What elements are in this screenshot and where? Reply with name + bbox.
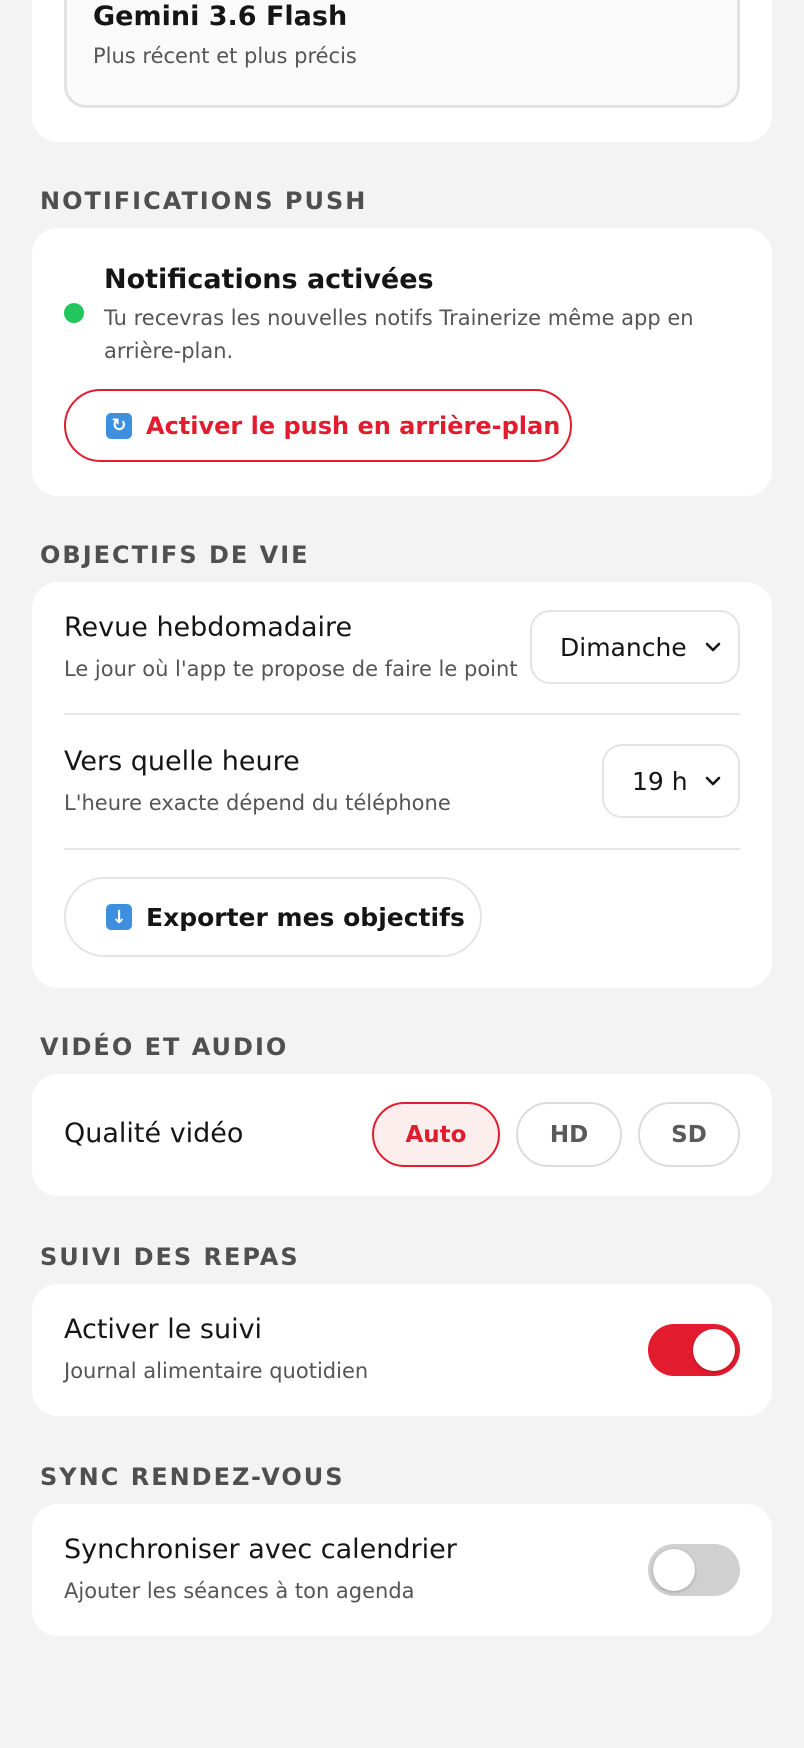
weekly-review-description: Le jour où l'app te propose de faire le … bbox=[64, 657, 518, 681]
chevron-down-icon bbox=[705, 776, 721, 786]
calendar-sync-toggle[interactable] bbox=[648, 1544, 740, 1596]
meals-tracking-description: Journal alimentaire quotidien bbox=[64, 1359, 369, 1383]
push-status-title: Notifications activées bbox=[104, 264, 434, 295]
toggle-knob bbox=[653, 1549, 695, 1591]
calendar-sync-description: Ajouter les séances à ton agenda bbox=[64, 1579, 415, 1603]
meals-tracking-title: Activer le suivi bbox=[64, 1314, 263, 1345]
push-button-label: Activer le push en arrière-plan bbox=[146, 411, 561, 440]
weekly-review-day-select[interactable]: Dimanche bbox=[530, 610, 740, 684]
model-name: Gemini 3.6 Flash bbox=[93, 1, 348, 32]
section-title-meals: SUIVI DES REPAS bbox=[40, 1243, 300, 1271]
weekly-review-title: Revue hebdomadaire bbox=[64, 612, 353, 643]
weekly-review-day-value: Dimanche bbox=[560, 632, 687, 662]
section-title-sync: SYNC RENDEZ-VOUS bbox=[40, 1463, 345, 1491]
review-time-value: 19 h bbox=[632, 766, 688, 796]
model-description: Plus récent et plus précis bbox=[93, 44, 357, 68]
quality-option-hd[interactable]: HD bbox=[516, 1102, 622, 1167]
meals-card: Activer le suivi Journal alimentaire quo… bbox=[32, 1284, 772, 1416]
quality-option-sd[interactable]: SD bbox=[638, 1102, 740, 1167]
section-title-video: VIDÉO ET AUDIO bbox=[40, 1033, 289, 1061]
down-arrow-icon: ↓ bbox=[106, 904, 132, 930]
toggle-knob bbox=[693, 1329, 735, 1371]
export-button-label: Exporter mes objectifs bbox=[146, 902, 465, 932]
model-option-selected[interactable]: Gemini 3.6 Flash Plus récent et plus pré… bbox=[64, 0, 740, 108]
push-status-description: Tu recevras les nouvelles notifs Trainer… bbox=[104, 306, 694, 363]
chevron-down-icon bbox=[705, 642, 721, 652]
enable-background-push-button[interactable]: ↻ Activer le push en arrière-plan bbox=[64, 389, 572, 462]
review-time-title: Vers quelle heure bbox=[64, 746, 300, 777]
meals-tracking-toggle[interactable] bbox=[648, 1324, 740, 1376]
video-quality-label: Qualité vidéo bbox=[64, 1118, 244, 1149]
sync-card: Synchroniser avec calendrier Ajouter les… bbox=[32, 1504, 772, 1636]
push-card: Notifications activées Tu recevras les n… bbox=[32, 228, 772, 496]
export-goals-button[interactable]: ↓ Exporter mes objectifs bbox=[64, 877, 482, 957]
quality-option-auto[interactable]: Auto bbox=[372, 1102, 500, 1167]
video-card: Qualité vidéo Auto HD SD bbox=[32, 1074, 772, 1196]
section-title-push: NOTIFICATIONS PUSH bbox=[40, 187, 368, 215]
section-title-goals: OBJECTIFS DE VIE bbox=[40, 541, 310, 569]
divider bbox=[64, 848, 740, 850]
repeat-arrows-icon: ↻ bbox=[106, 412, 132, 439]
calendar-sync-title: Synchroniser avec calendrier bbox=[64, 1534, 457, 1565]
goals-card: Revue hebdomadaire Le jour où l'app te p… bbox=[32, 582, 772, 988]
divider bbox=[64, 713, 740, 715]
status-dot bbox=[64, 303, 84, 323]
model-card: Gemini 3.6 Flash Plus récent et plus pré… bbox=[32, 0, 772, 142]
review-time-select[interactable]: 19 h bbox=[602, 744, 740, 818]
review-time-description: L'heure exacte dépend du téléphone bbox=[64, 791, 451, 815]
